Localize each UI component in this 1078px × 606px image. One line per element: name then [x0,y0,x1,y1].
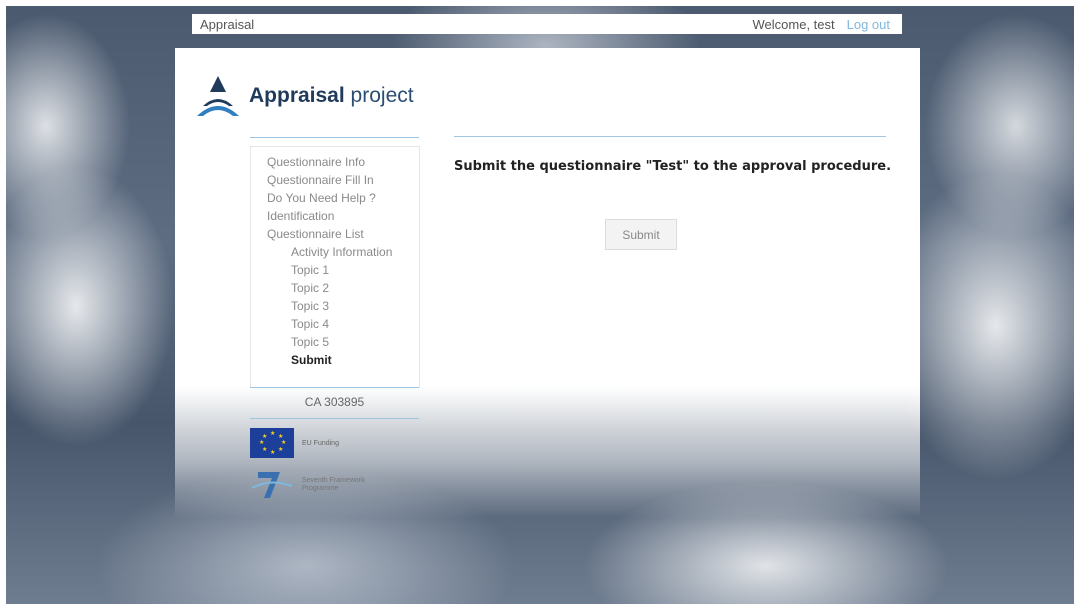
page-heading: Submit the questionnaire "Test" to the a… [454,159,892,174]
nav-item-topic-5[interactable]: Topic 5 [267,333,419,351]
eu-funding: ★ ★ ★ ★ ★ ★ ★ ★ EU Funding [250,428,339,458]
divider [454,136,886,137]
grant-number: CA 303895 [304,395,365,409]
nav-item-identification[interactable]: Identification [267,207,419,225]
nav-item-help[interactable]: Do You Need Help ? [267,189,419,207]
nav-item-submit[interactable]: Submit [267,351,419,369]
user-area: Welcome, test Log out [753,17,903,32]
divider [250,387,419,388]
nav-item-topic-1[interactable]: Topic 1 [267,261,419,279]
eu-funding-label: EU Funding [302,439,339,447]
fp7-label: Seventh Framework Programme [302,477,365,492]
nav-item-questionnaire-list[interactable]: Questionnaire List [267,225,419,243]
submit-button[interactable]: Submit [605,219,677,250]
content-panel: Appraisal project Questionnaire Info Que… [175,48,920,518]
logo-text-bold: Appraisal [249,84,345,107]
nav-item-topic-4[interactable]: Topic 4 [267,315,419,333]
divider [250,137,419,138]
fp7-logo: Seventh Framework Programme [250,468,382,502]
logo: Appraisal project [195,74,414,118]
sidebar-nav: Questionnaire Info Questionnaire Fill In… [250,146,420,388]
app-title: Appraisal [200,16,255,32]
appraisal-logo-icon [197,76,239,116]
nav-item-questionnaire-fill-in[interactable]: Questionnaire Fill In [267,171,419,189]
eu-flag-icon: ★ ★ ★ ★ ★ ★ ★ ★ [250,428,294,458]
logo-text: Appraisal project [249,84,414,108]
logout-link[interactable]: Log out [847,17,890,32]
logo-text-light: project [350,84,414,107]
fp7-icon [251,472,293,498]
nav-item-topic-2[interactable]: Topic 2 [267,279,419,297]
nav-item-activity-information[interactable]: Activity Information [267,243,419,261]
top-bar: Appraisal Welcome, test Log out [192,14,902,34]
divider [250,418,419,419]
nav-item-topic-3[interactable]: Topic 3 [267,297,419,315]
welcome-text: Welcome, test [752,16,835,32]
nav-item-questionnaire-info[interactable]: Questionnaire Info [267,153,419,171]
